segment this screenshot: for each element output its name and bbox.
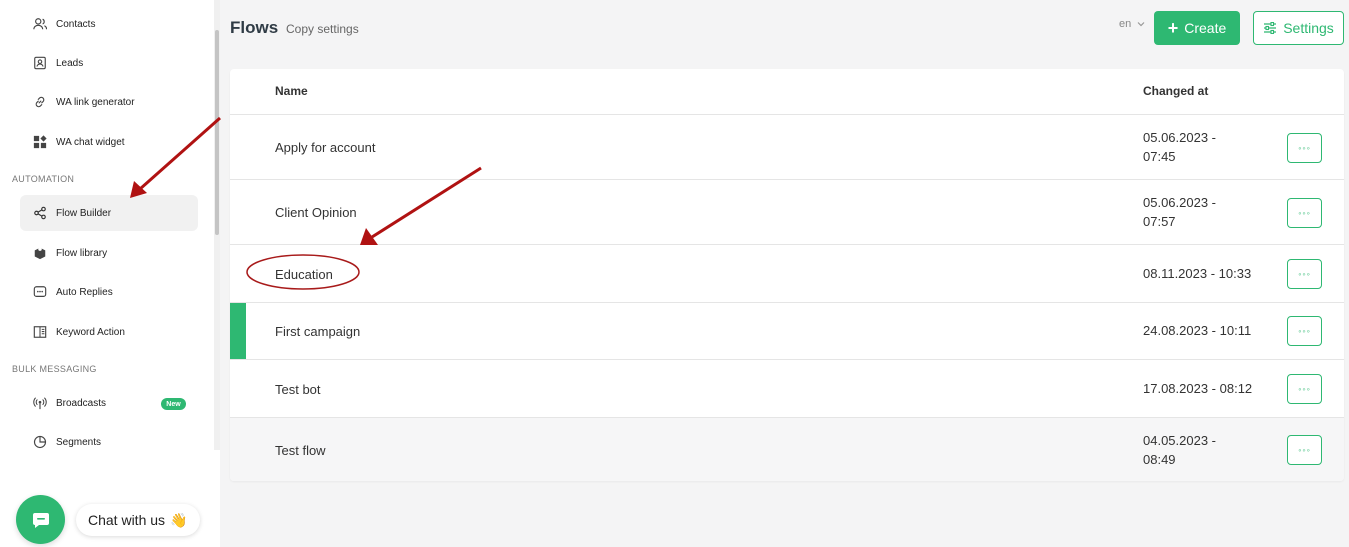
settings-button-label: Settings <box>1283 20 1334 36</box>
waving-hand-icon: 👋 <box>170 511 188 528</box>
flow-name[interactable]: Test bot <box>275 382 321 397</box>
row-more-button[interactable]: ◦◦◦ <box>1287 374 1322 404</box>
flow-name[interactable]: Apply for account <box>275 140 375 155</box>
sidebar-item-leads[interactable]: Leads <box>20 45 198 81</box>
flow-name[interactable]: Client Opinion <box>275 205 357 220</box>
create-button-label: Create <box>1184 20 1227 36</box>
sidebar-item-label: WA chat widget <box>56 136 125 148</box>
sidebar: Contacts Leads WA link generator WA chat… <box>0 0 220 547</box>
changed-at: 24.08.2023 - 10:11 <box>1143 321 1251 340</box>
table-row[interactable]: First campaign 24.08.2023 - 10:11 ◦◦◦ <box>230 302 1344 359</box>
chat-with-us-label: Chat with us <box>88 512 166 528</box>
share-icon <box>32 205 48 221</box>
language-value: en <box>1119 18 1132 30</box>
flow-name[interactable]: Education <box>275 267 333 282</box>
sidebar-item-label: Auto Replies <box>56 286 113 298</box>
changed-at: 05.06.2023 - 07:45 <box>1143 128 1216 166</box>
changed-at-time: 08:49 <box>1143 452 1176 467</box>
sidebar-item-flow-library[interactable]: Flow library <box>20 235 198 271</box>
table-row[interactable]: Education 08.11.2023 - 10:33 ◦◦◦ <box>230 244 1344 302</box>
sidebar-scrollbar-thumb[interactable] <box>215 30 219 235</box>
broadcast-icon <box>32 395 48 411</box>
column-header-name[interactable]: Name <box>275 84 308 98</box>
sliders-icon <box>1264 22 1277 34</box>
row-more-button[interactable]: ◦◦◦ <box>1287 435 1322 465</box>
sidebar-item-label: WA link generator <box>56 96 135 108</box>
chat-with-us-bubble[interactable]: Chat with us 👋 <box>76 504 200 536</box>
create-button[interactable]: + Create <box>1154 11 1240 45</box>
sidebar-item-label: Broadcasts <box>56 397 107 409</box>
settings-button[interactable]: Settings <box>1253 11 1344 45</box>
row-more-button[interactable]: ◦◦◦ <box>1287 133 1322 163</box>
active-row-indicator <box>230 303 246 359</box>
chat-icon <box>32 512 49 528</box>
changed-at: 05.06.2023 - 07:57 <box>1143 193 1216 231</box>
table-row[interactable]: Test flow 04.05.2023 - 08:49 ◦◦◦ <box>230 417 1344 481</box>
changed-at-date: 05.06.2023 - <box>1143 130 1217 145</box>
page-title: Flows <box>230 18 279 37</box>
row-more-button[interactable]: ◦◦◦ <box>1287 198 1322 228</box>
chat-launcher-button[interactable] <box>16 495 65 544</box>
widget-icon <box>32 134 48 150</box>
changed-at-date: 24.08.2023 - 10:11 <box>1143 323 1252 338</box>
table-row[interactable]: Client Opinion 05.06.2023 - 07:57 ◦◦◦ <box>230 179 1344 244</box>
changed-at: 08.11.2023 - 10:33 <box>1143 264 1251 283</box>
sidebar-item-auto-replies[interactable]: Auto Replies <box>20 274 198 310</box>
chevron-down-icon <box>1137 22 1145 27</box>
sidebar-item-label: Contacts <box>56 18 96 30</box>
section-bulk-messaging: BULK MESSAGING <box>12 364 97 374</box>
changed-at: 17.08.2023 - 08:12 <box>1143 379 1252 398</box>
flow-name[interactable]: First campaign <box>275 324 360 339</box>
changed-at-time: 07:57 <box>1143 214 1176 229</box>
sidebar-item-wa-link-generator[interactable]: WA link generator <box>20 84 198 120</box>
table-row[interactable]: Apply for account 05.06.2023 - 07:45 ◦◦◦ <box>230 114 1344 179</box>
sidebar-item-label: Segments <box>56 436 102 448</box>
language-selector[interactable]: en <box>1119 18 1145 30</box>
sidebar-item-flow-builder[interactable]: Flow Builder <box>20 195 198 231</box>
pie-icon <box>32 434 48 450</box>
copy-settings-link[interactable]: Copy settings <box>286 22 359 36</box>
row-more-button[interactable]: ◦◦◦ <box>1287 316 1322 346</box>
chat-square-icon <box>32 284 48 300</box>
sidebar-item-label: Flow Builder <box>56 207 112 219</box>
plus-icon: + <box>1167 18 1179 38</box>
row-more-button[interactable]: ◦◦◦ <box>1287 259 1322 289</box>
box-icon <box>32 245 48 261</box>
book-icon <box>32 324 48 340</box>
changed-at: 04.05.2023 - 08:49 <box>1143 431 1216 469</box>
changed-at-date: 05.06.2023 - <box>1143 195 1217 210</box>
sidebar-item-wa-chat-widget[interactable]: WA chat widget <box>20 124 198 160</box>
changed-at-date: 08.11.2023 - 10:33 <box>1143 266 1252 281</box>
sidebar-item-contacts[interactable]: Contacts <box>20 6 198 42</box>
flow-name[interactable]: Test flow <box>275 443 326 458</box>
changed-at-date: 17.08.2023 - 08:12 <box>1143 381 1253 396</box>
sidebar-item-segments[interactable]: Segments <box>20 424 198 460</box>
new-badge: New <box>161 398 186 410</box>
column-header-changed-at[interactable]: Changed at <box>1143 84 1208 98</box>
table-row[interactable]: Test bot 17.08.2023 - 08:12 ◦◦◦ <box>230 359 1344 417</box>
sidebar-item-keyword-action[interactable]: Keyword Action <box>20 314 198 350</box>
changed-at-date: 04.05.2023 - <box>1143 433 1217 448</box>
sidebar-item-label: Keyword Action <box>56 326 125 338</box>
changed-at-time: 07:45 <box>1143 149 1176 164</box>
leads-icon <box>32 55 48 71</box>
link-icon <box>32 94 48 110</box>
sidebar-item-label: Leads <box>56 57 84 69</box>
sidebar-item-label: Flow library <box>56 247 108 259</box>
contacts-icon <box>32 16 48 32</box>
section-automation: AUTOMATION <box>12 174 75 184</box>
